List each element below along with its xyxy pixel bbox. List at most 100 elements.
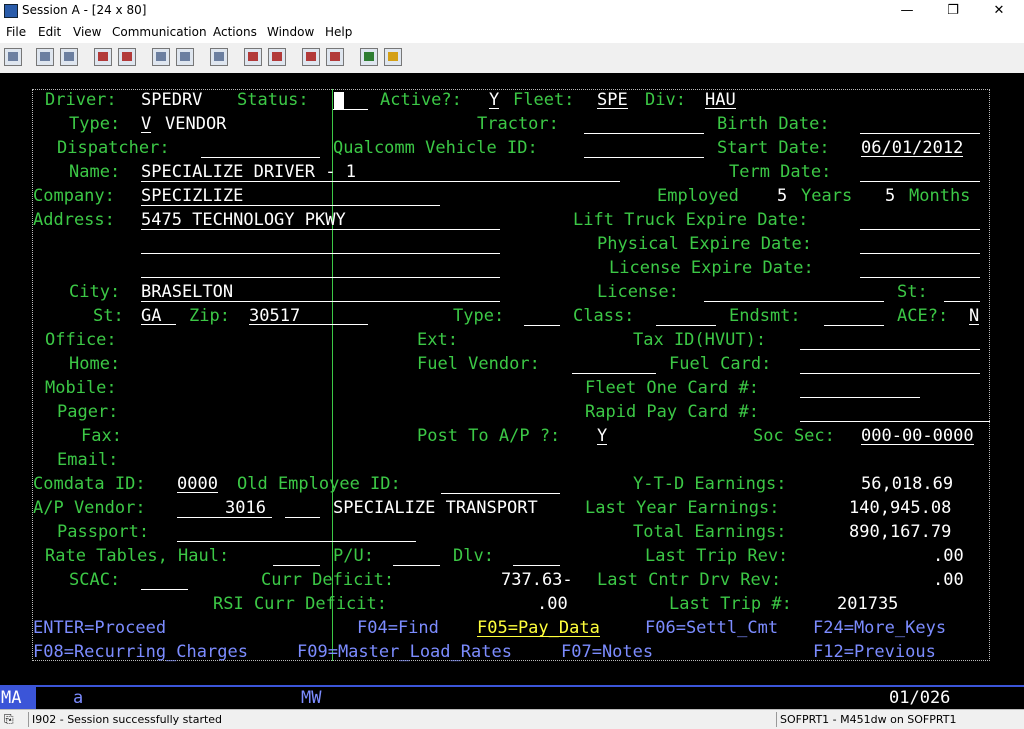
class-field[interactable]: [656, 325, 716, 326]
record-macro-icon[interactable]: [244, 48, 262, 66]
menu-bar: File Edit View Communication Actions Win…: [0, 22, 1024, 43]
fleet-one-field[interactable]: [800, 397, 920, 398]
minimize-button[interactable]: —: [884, 0, 930, 22]
zip-field[interactable]: 30517: [249, 305, 368, 326]
fuel-card-field[interactable]: [800, 373, 980, 374]
passport-field[interactable]: [177, 541, 416, 542]
menu-window[interactable]: Window: [267, 25, 314, 39]
total-earnings-label: Total Earnings:: [633, 522, 787, 542]
name-value[interactable]: SPECIALIZE DRIVER - 1: [141, 161, 356, 183]
menu-help[interactable]: Help: [325, 25, 352, 39]
post-ap-field[interactable]: Y: [597, 425, 608, 446]
birth-date-label: Birth Date:: [717, 114, 830, 134]
status-label: Status:: [237, 90, 309, 110]
fleet-label: Fleet:: [513, 90, 575, 110]
text-cursor: [334, 92, 344, 110]
old-employee-field[interactable]: [441, 493, 560, 494]
employed-years: 5: [777, 186, 788, 206]
last-trip-num-label: Last Trip #:: [669, 594, 792, 614]
active-value[interactable]: Y: [489, 89, 500, 110]
menu-communication[interactable]: Communication: [112, 25, 207, 39]
fkey-f09[interactable]: F09=Master_Load_Rates: [297, 641, 512, 663]
ap-vendor-suffix-field[interactable]: [285, 517, 320, 518]
ytd-label: Y-T-D Earnings:: [633, 474, 787, 494]
fleet-one-label: Fleet One Card #:: [585, 378, 759, 398]
company-field: [141, 205, 440, 206]
soc-sec-field[interactable]: 000-00-0000: [861, 425, 974, 446]
window-title: Session A - [24 x 80]: [22, 3, 147, 17]
tax-id-label: Tax ID(HVUT):: [633, 330, 767, 350]
fkey-f05[interactable]: F05=Pay_Data: [477, 617, 600, 638]
fkey-f08[interactable]: F08=Recurring_Charges: [33, 641, 248, 663]
dlv-field[interactable]: [513, 565, 560, 566]
terminal-screen[interactable]: Driver: SPEDRV Status: Active?: Y Fleet:…: [0, 73, 1024, 685]
status-separator: [28, 712, 29, 727]
fkey-f12[interactable]: F12=Previous: [813, 641, 936, 663]
menu-view[interactable]: View: [73, 25, 101, 39]
paste-icon[interactable]: [60, 48, 78, 66]
scac-field[interactable]: [141, 589, 188, 590]
fkey-f04[interactable]: F04=Find: [357, 617, 439, 639]
fkey-enter[interactable]: ENTER=Proceed: [33, 617, 166, 639]
address2-field[interactable]: [141, 253, 500, 254]
print-screen-icon[interactable]: [4, 48, 22, 66]
birth-date-field[interactable]: [860, 133, 980, 134]
fuel-vendor-field[interactable]: [572, 373, 656, 374]
address1-value[interactable]: 5475 TECHNOLOGY PKWY: [141, 209, 346, 231]
close-button[interactable]: ✕: [976, 0, 1022, 22]
fkey-f24[interactable]: F24=More_Keys: [813, 617, 946, 639]
tax-id-field[interactable]: [800, 349, 980, 350]
comdata-field[interactable]: 0000: [177, 473, 218, 494]
tractor-field[interactable]: [584, 133, 704, 134]
menu-edit[interactable]: Edit: [38, 25, 61, 39]
curr-deficit-label: Curr Deficit:: [261, 570, 395, 590]
haul-field[interactable]: [273, 565, 320, 566]
session-letter: a: [73, 688, 84, 708]
menu-file[interactable]: File: [6, 25, 26, 39]
stop-macro-icon[interactable]: [268, 48, 286, 66]
rapid-pay-field[interactable]: [800, 421, 990, 422]
customize-icon[interactable]: [384, 48, 402, 66]
keypad-icon[interactable]: [210, 48, 228, 66]
term-date-field[interactable]: [860, 181, 980, 182]
name-label: Name:: [69, 162, 121, 182]
div-value[interactable]: HAU: [705, 89, 736, 110]
qualcomm-label: Qualcomm Vehicle ID:: [333, 138, 538, 158]
company-value[interactable]: SPECIZLIZE: [141, 185, 243, 207]
fkey-f06[interactable]: F06=Settl_Cmt: [645, 617, 778, 639]
play-macro-icon[interactable]: [302, 48, 320, 66]
scac-label: SCAC:: [69, 570, 121, 590]
display-icon[interactable]: [152, 48, 170, 66]
status-field[interactable]: [333, 109, 368, 110]
lift-truck-field[interactable]: [860, 229, 980, 230]
receive-file-icon[interactable]: [118, 48, 136, 66]
license-type-field[interactable]: [524, 325, 560, 326]
license-expire-field[interactable]: [860, 277, 980, 278]
restore-button[interactable]: ❐: [930, 0, 976, 22]
pu-field[interactable]: [393, 565, 440, 566]
macro-settings-icon[interactable]: [326, 48, 344, 66]
ace-field[interactable]: N: [969, 305, 980, 326]
city-value[interactable]: BRASELTON: [141, 281, 233, 303]
address3-field[interactable]: [141, 277, 500, 278]
ext-label: Ext:: [417, 330, 458, 350]
qualcomm-field[interactable]: [584, 157, 704, 158]
keyboard-icon[interactable]: [176, 48, 194, 66]
license-field[interactable]: [704, 301, 884, 302]
state-field[interactable]: GA: [141, 305, 176, 326]
physical-expire-field[interactable]: [860, 253, 980, 254]
globe-icon[interactable]: [360, 48, 378, 66]
address1-field: [141, 229, 500, 230]
copy-icon[interactable]: [36, 48, 54, 66]
dispatcher-field[interactable]: [201, 157, 320, 158]
email-label: Email:: [57, 450, 119, 470]
endsmt-field[interactable]: [824, 325, 884, 326]
start-date-field[interactable]: 06/01/2012: [861, 137, 964, 158]
total-earnings-value: 890,167.79: [849, 522, 952, 542]
fleet-value[interactable]: SPE: [597, 89, 628, 110]
send-file-icon[interactable]: [94, 48, 112, 66]
fkey-f07[interactable]: F07=Notes: [561, 641, 653, 663]
menu-actions[interactable]: Actions: [213, 25, 257, 39]
type-code-field[interactable]: V: [141, 113, 152, 134]
license-st-field[interactable]: [944, 301, 980, 302]
